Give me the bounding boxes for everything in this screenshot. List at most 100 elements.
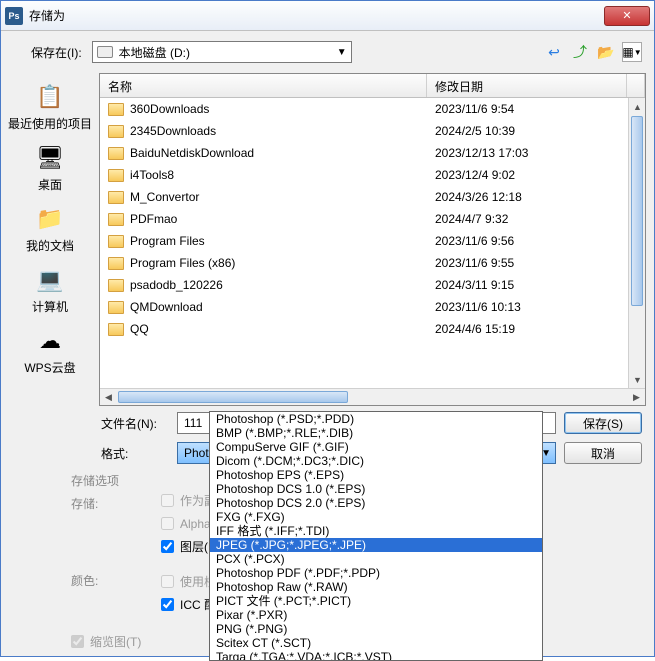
folder-icon	[108, 191, 124, 204]
file-date: 2024/3/11 9:15	[427, 278, 627, 292]
file-row[interactable]: 2345Downloads2024/2/5 10:39	[100, 120, 645, 142]
scroll-down-arrow[interactable]: ▼	[629, 371, 645, 388]
file-row[interactable]: 360Downloads2023/11/6 9:54	[100, 98, 645, 120]
title-bar: Ps 存储为 ✕	[1, 1, 654, 31]
place-item[interactable]: 📋最近使用的项目	[1, 77, 99, 136]
layers-checkbox[interactable]	[161, 540, 174, 553]
save-in-combo[interactable]: 本地磁盘 (D:) ▼	[92, 41, 352, 63]
file-name: psadodb_120226	[130, 278, 223, 292]
new-folder-icon[interactable]: 📂	[596, 42, 616, 62]
file-row[interactable]: QMDownload2023/11/6 10:13	[100, 296, 645, 318]
filename-value: 111	[184, 416, 202, 430]
file-row[interactable]: M_Convertor2024/3/26 12:18	[100, 186, 645, 208]
options-labels: 存储选项 存储: 颜色:	[71, 472, 141, 613]
place-item[interactable]: 🖥桌面	[1, 138, 99, 197]
place-label: 我的文档	[26, 237, 74, 254]
format-option[interactable]: BMP (*.BMP;*.RLE;*.DIB)	[210, 426, 542, 440]
folder-icon	[108, 257, 124, 270]
place-icon: 🖥	[34, 142, 66, 174]
format-option[interactable]: Photoshop Raw (*.RAW)	[210, 580, 542, 594]
scroll-up-arrow[interactable]: ▲	[629, 98, 645, 115]
folder-icon	[108, 235, 124, 248]
file-date: 2024/3/26 12:18	[427, 190, 627, 204]
file-row[interactable]: i4Tools8 2023/12/4 9:02	[100, 164, 645, 186]
copy-checkbox	[161, 494, 174, 507]
up-icon[interactable]: ⤴	[570, 42, 590, 62]
storage-options-label: 存储选项	[71, 472, 141, 489]
photoshop-icon: Ps	[5, 7, 23, 25]
folder-icon	[108, 213, 124, 226]
column-name[interactable]: 名称	[100, 74, 427, 97]
file-list[interactable]: 360Downloads2023/11/6 9:542345Downloads2…	[100, 98, 645, 388]
save-button[interactable]: 保存(S)	[564, 412, 642, 434]
file-name: i4Tools8	[130, 168, 174, 182]
file-date: 2023/12/13 17:03	[427, 146, 627, 160]
proof-checkbox	[161, 575, 174, 588]
column-extra	[627, 74, 645, 97]
format-option[interactable]: Scitex CT (*.SCT)	[210, 636, 542, 650]
nav-icons: ↩ ⤴ 📂 ▦▼	[544, 42, 642, 62]
scroll-left-arrow[interactable]: ◀	[100, 389, 117, 406]
format-option[interactable]: Pixar (*.PXR)	[210, 608, 542, 622]
file-date: 2024/4/6 15:19	[427, 322, 627, 336]
save-in-label: 保存在(I):	[31, 44, 82, 61]
file-row[interactable]: Program Files2023/11/6 9:56	[100, 230, 645, 252]
drive-icon	[97, 46, 113, 58]
vertical-scrollbar[interactable]: ▲ ▼	[628, 98, 645, 388]
format-option[interactable]: IFF 格式 (*.IFF;*.TDI)	[210, 524, 542, 538]
format-dropdown[interactable]: Photoshop (*.PSD;*.PDD)BMP (*.BMP;*.RLE;…	[209, 411, 543, 661]
horizontal-scrollbar[interactable]: ◀ ▶	[100, 388, 645, 405]
format-option[interactable]: PICT 文件 (*.PCT;*.PICT)	[210, 594, 542, 608]
scroll-thumb-h[interactable]	[118, 391, 348, 403]
icc-checkbox[interactable]	[161, 598, 174, 611]
view-menu-icon[interactable]: ▦▼	[622, 42, 642, 62]
format-option[interactable]: Photoshop DCS 2.0 (*.EPS)	[210, 496, 542, 510]
file-row[interactable]: Program Files (x86)2023/11/6 9:55	[100, 252, 645, 274]
format-option[interactable]: Photoshop (*.PSD;*.PDD)	[210, 412, 542, 426]
scroll-right-arrow[interactable]: ▶	[628, 389, 645, 406]
scroll-thumb[interactable]	[631, 116, 643, 306]
file-name: 2345Downloads	[130, 124, 216, 138]
place-item[interactable]: 📁我的文档	[1, 199, 99, 258]
thumbnail-checkbox	[71, 635, 84, 648]
place-item[interactable]: 💻 计算机	[1, 260, 99, 319]
format-option[interactable]: PCX (*.PCX)	[210, 552, 542, 566]
format-option[interactable]: PNG (*.PNG)	[210, 622, 542, 636]
column-date[interactable]: 修改日期	[427, 74, 627, 97]
place-label: 最近使用的项目	[8, 115, 92, 132]
file-row[interactable]: QQ 2024/4/6 15:19	[100, 318, 645, 340]
cancel-button[interactable]: 取消	[564, 442, 642, 464]
close-button[interactable]: ✕	[604, 6, 650, 26]
place-icon: 💻	[34, 264, 66, 296]
place-item[interactable]: ☁WPS云盘	[1, 321, 99, 380]
folder-icon	[108, 279, 124, 292]
file-date: 2023/11/6 9:54	[427, 102, 627, 116]
file-name: QQ	[130, 322, 149, 336]
chevron-down-icon: ▼	[337, 47, 347, 58]
format-option[interactable]: Targa (*.TGA;*.VDA;*.ICB;*.VST)	[210, 650, 542, 661]
file-row[interactable]: PDFmao2024/4/7 9:32	[100, 208, 645, 230]
format-option[interactable]: Photoshop EPS (*.EPS)	[210, 468, 542, 482]
place-icon: ☁	[34, 325, 66, 357]
file-row[interactable]: BaiduNetdiskDownload2023/12/13 17:03	[100, 142, 645, 164]
file-header: 名称 修改日期	[100, 74, 645, 98]
file-date: 2023/12/4 9:02	[427, 168, 627, 182]
file-row[interactable]: psadodb_120226 2024/3/11 9:15	[100, 274, 645, 296]
folder-icon	[108, 169, 124, 182]
body: 📋最近使用的项目🖥桌面📁我的文档 💻 计算机 ☁WPS云盘 名称 修改日期 360Do…	[1, 73, 654, 406]
file-date: 2023/11/6 9:56	[427, 234, 627, 248]
format-option[interactable]: JPEG (*.JPG;*.JPEG;*.JPE)	[210, 538, 542, 552]
back-icon[interactable]: ↩	[544, 42, 564, 62]
color-label: 颜色:	[71, 572, 141, 589]
format-option[interactable]: Dicom (*.DCM;*.DC3;*.DIC)	[210, 454, 542, 468]
format-option[interactable]: Photoshop DCS 1.0 (*.EPS)	[210, 482, 542, 496]
place-label: 计算机	[32, 298, 68, 315]
format-option[interactable]: CompuServe GIF (*.GIF)	[210, 440, 542, 454]
window-title: 存储为	[29, 7, 604, 24]
file-name: PDFmao	[130, 212, 177, 226]
drive-text: 本地磁盘 (D:)	[119, 44, 337, 61]
folder-icon	[108, 125, 124, 138]
format-option[interactable]: FXG (*.FXG)	[210, 510, 542, 524]
format-label: 格式:	[101, 445, 169, 462]
format-option[interactable]: Photoshop PDF (*.PDF;*.PDP)	[210, 566, 542, 580]
